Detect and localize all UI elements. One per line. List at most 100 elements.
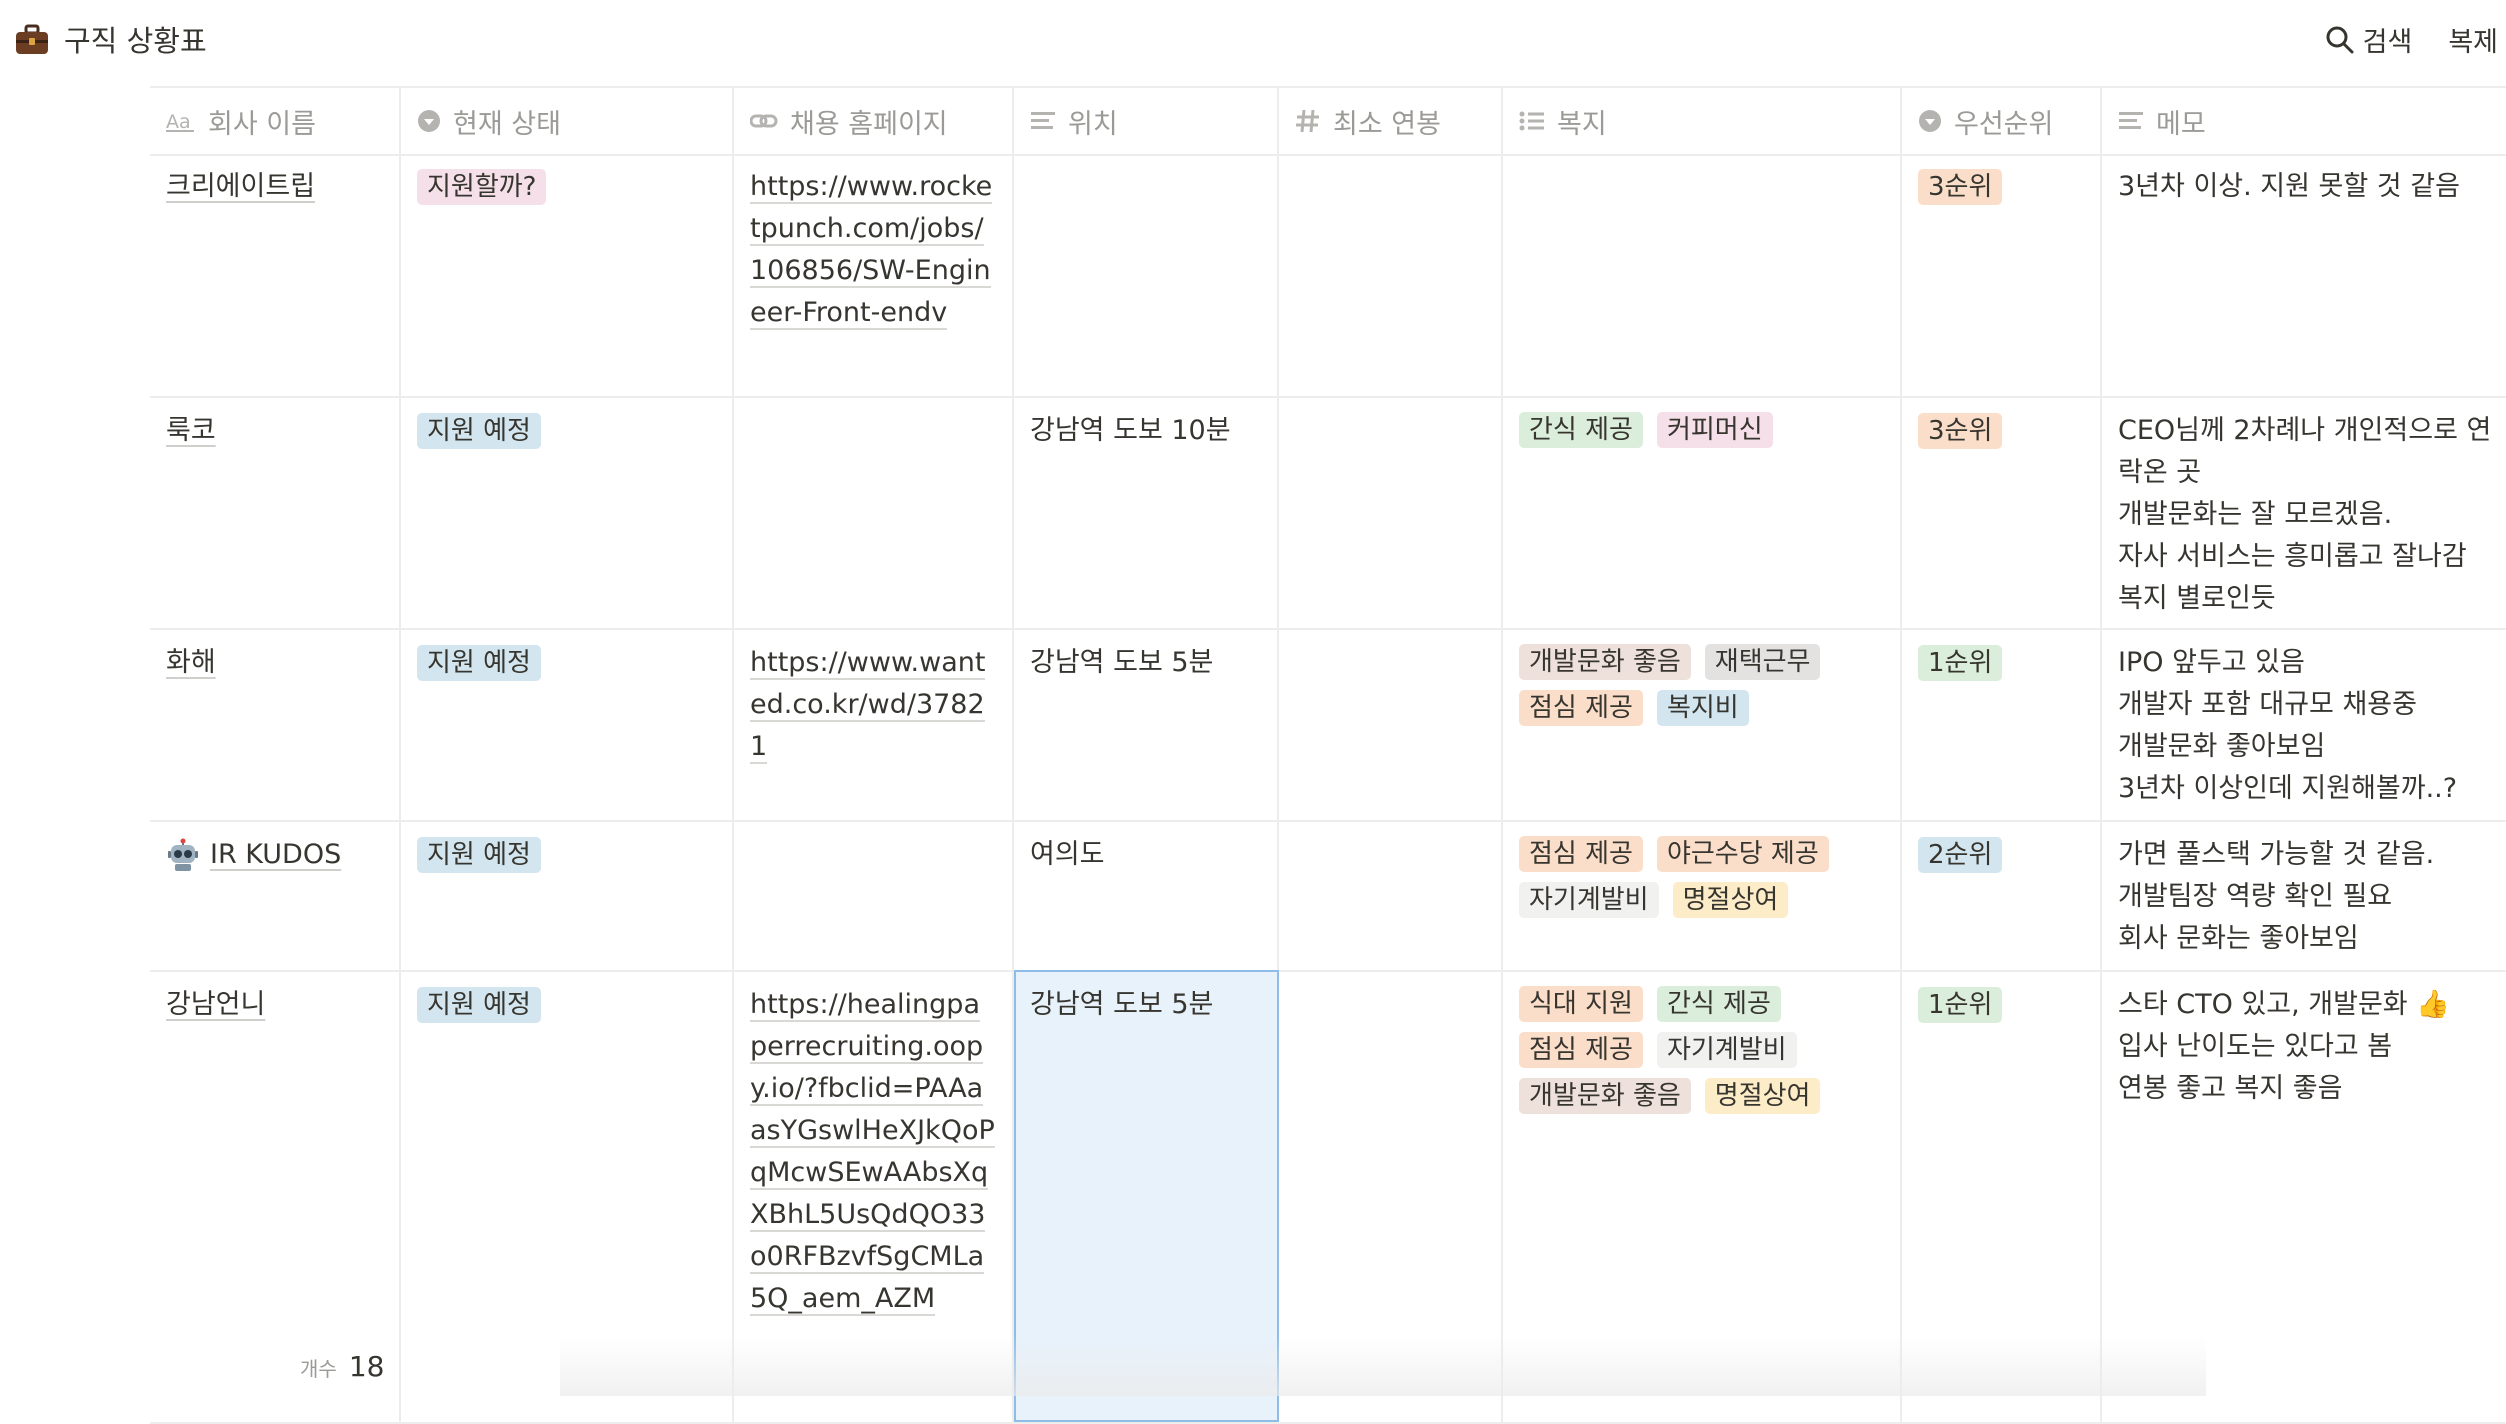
memo-line: 연봉 좋고 복지 좋음 — [2118, 1068, 2490, 1110]
memo-line: 3년차 이상인데 지원해볼까..? — [2118, 768, 2490, 810]
column-header-status[interactable]: 현재 상태 — [401, 88, 734, 154]
benefit-tag: 자기계발비 — [1519, 882, 1659, 918]
column-header-company-name[interactable]: Aa 회사 이름 — [150, 88, 401, 154]
top-bar: 구직 상황표 검색 복제 — [0, 0, 2506, 80]
memo-line: 가면 풀스택 가능할 것 같음. — [2118, 834, 2490, 876]
status-tag: 지원 예정 — [417, 837, 541, 873]
table-row[interactable]: 화해 지원 예정 https://www.wanted.co.kr/wd/378… — [150, 628, 2506, 822]
multiselect-list-icon — [1519, 109, 1545, 133]
cell-priority[interactable]: 2순위 — [1902, 820, 2102, 970]
page-title: 구직 상황표 — [64, 18, 207, 60]
cell-company-name[interactable]: IR KUDOS — [150, 820, 401, 970]
cell-location[interactable] — [1014, 152, 1279, 396]
location-text: 강남역 도보 10분 — [1030, 415, 1231, 446]
select-icon — [1918, 109, 1942, 133]
column-header-location[interactable]: 위치 — [1014, 88, 1279, 154]
cell-min-salary[interactable] — [1279, 396, 1503, 628]
benefit-tag: 커피머신 — [1657, 412, 1773, 448]
table-row[interactable]: 룩코 지원 예정 강남역 도보 10분 간식 제공 커피머신 3순위 CEO님께… — [150, 396, 2506, 630]
cell-company-name[interactable]: 화해 — [150, 628, 401, 820]
cell-homepage[interactable]: https://www.wanted.co.kr/wd/37821 — [734, 628, 1014, 820]
cell-company-name[interactable]: 크리에이트립 — [150, 152, 401, 396]
status-tag: 지원할까? — [417, 169, 546, 205]
cell-memo[interactable]: 3년차 이상. 지원 못할 것 같음 — [2102, 152, 2506, 396]
column-header-homepage[interactable]: 채용 홈페이지 — [734, 88, 1014, 154]
benefit-tag: 개발문화 좋음 — [1519, 644, 1691, 680]
text-lines-icon — [1030, 109, 1056, 133]
cell-status[interactable]: 지원 예정 — [401, 628, 734, 820]
priority-tag: 3순위 — [1918, 413, 2002, 449]
company-name[interactable]: 룩코 — [166, 410, 216, 452]
cell-min-salary[interactable] — [1279, 820, 1503, 970]
cell-benefits[interactable]: 개발문화 좋음 재택근무 점심 제공 복지비 — [1503, 628, 1902, 820]
table-footer-count[interactable]: 개수 18 — [300, 1350, 384, 1383]
svg-text:Aa: Aa — [166, 111, 191, 133]
benefit-tag: 명절상여 — [1673, 882, 1789, 918]
company-name[interactable]: 강남언니 — [166, 984, 265, 1026]
memo-line: 개발문화 좋아보임 — [2118, 726, 2490, 768]
cell-min-salary[interactable] — [1279, 628, 1503, 820]
priority-tag: 1순위 — [1918, 987, 2002, 1023]
cell-status[interactable]: 지원 예정 — [401, 820, 734, 970]
company-name[interactable]: 크리에이트립 — [166, 166, 315, 208]
duplicate-button[interactable]: 복제 — [2448, 20, 2498, 59]
memo-line: 입사 난이도는 있다고 봄 — [2118, 1026, 2490, 1068]
benefit-tag: 간식 제공 — [1519, 412, 1643, 448]
text-lines-icon — [2118, 109, 2144, 133]
memo-line: 락온 곳 — [2118, 452, 2490, 494]
cell-memo[interactable]: CEO님께 2차례나 개인적으로 연 락온 곳 개발문화는 잘 모르겠음. 자사… — [2102, 396, 2506, 628]
number-icon — [1295, 108, 1321, 134]
cell-company-name[interactable]: 룩코 — [150, 396, 401, 628]
homepage-link[interactable]: https://www.rocketpunch.com/jobs/106856/… — [750, 171, 992, 330]
briefcase-icon — [14, 21, 50, 57]
column-header-min-salary[interactable]: 최소 연봉 — [1279, 88, 1503, 154]
priority-tag: 2순위 — [1918, 837, 2002, 873]
cell-location[interactable]: 강남역 도보 5분 — [1014, 628, 1279, 820]
column-header-benefits[interactable]: 복지 — [1503, 88, 1902, 154]
benefit-tag: 자기계발비 — [1657, 1032, 1797, 1068]
table-row[interactable]: 크리에이트립 지원할까? https://www.rocketpunch.com… — [150, 152, 2506, 398]
benefit-tag: 개발문화 좋음 — [1519, 1078, 1691, 1114]
cell-homepage[interactable] — [734, 820, 1014, 970]
top-actions: 검색 복제 — [2289, 20, 2498, 59]
cell-priority[interactable]: 1순위 — [1902, 628, 2102, 820]
memo-line: IPO 앞두고 있음 — [2118, 642, 2490, 684]
search-label: 검색 — [2363, 20, 2413, 59]
cell-benefits[interactable]: 점심 제공 야근수당 제공 자기계발비 명절상여 — [1503, 820, 1902, 970]
company-name[interactable]: 화해 — [166, 642, 216, 684]
search-button[interactable]: 검색 — [2325, 20, 2413, 59]
company-name: IR KUDOS — [210, 834, 341, 876]
cell-memo[interactable]: IPO 앞두고 있음 개발자 포함 대규모 채용중 개발문화 좋아보임 3년차 … — [2102, 628, 2506, 820]
cell-homepage[interactable]: https://www.rocketpunch.com/jobs/106856/… — [734, 152, 1014, 396]
title-text-icon: Aa — [166, 109, 196, 133]
cell-min-salary[interactable] — [1279, 152, 1503, 396]
homepage-link[interactable]: https://www.wanted.co.kr/wd/37821 — [750, 647, 985, 764]
column-header-priority[interactable]: 우선순위 — [1902, 88, 2102, 154]
cell-priority[interactable]: 3순위 — [1902, 152, 2102, 396]
memo-line: 복지 별로인듯 — [2118, 578, 2490, 620]
benefit-tag: 점심 제공 — [1519, 836, 1643, 872]
cell-location[interactable]: 여의도 — [1014, 820, 1279, 970]
duplicate-label: 복제 — [2448, 20, 2498, 59]
cell-priority[interactable]: 3순위 — [1902, 396, 2102, 628]
company-name-wrap[interactable]: IR KUDOS — [166, 834, 341, 876]
cell-homepage[interactable] — [734, 396, 1014, 628]
cell-benefits[interactable]: 간식 제공 커피머신 — [1503, 396, 1902, 628]
benefit-tag: 간식 제공 — [1657, 986, 1781, 1022]
table-row[interactable]: IR KUDOS 지원 예정 여의도 점심 제공 야근수당 제공 자기계발비 명… — [150, 820, 2506, 972]
cell-location[interactable]: 강남역 도보 10분 — [1014, 396, 1279, 628]
status-tag: 지원 예정 — [417, 645, 541, 681]
cell-memo[interactable]: 가면 풀스택 가능할 것 같음. 개발팀장 역량 확인 필요 회사 문화는 좋아… — [2102, 820, 2506, 970]
memo-line: 개발팀장 역량 확인 필요 — [2118, 876, 2490, 918]
location-text: 강남역 도보 5분 — [1030, 647, 1213, 678]
cell-status[interactable]: 지원할까? — [401, 152, 734, 396]
homepage-link[interactable]: https://healingpaperrecruiting.oopy.io/?… — [750, 989, 995, 1316]
benefit-tag: 점심 제공 — [1519, 1032, 1643, 1068]
status-tag: 지원 예정 — [417, 987, 541, 1023]
cell-status[interactable]: 지원 예정 — [401, 396, 734, 628]
count-label: 개수 — [300, 1353, 337, 1382]
cell-benefits[interactable] — [1503, 152, 1902, 396]
page-title-area[interactable]: 구직 상황표 — [14, 18, 207, 60]
link-icon — [750, 109, 778, 133]
column-header-memo[interactable]: 메모 — [2102, 88, 2506, 154]
